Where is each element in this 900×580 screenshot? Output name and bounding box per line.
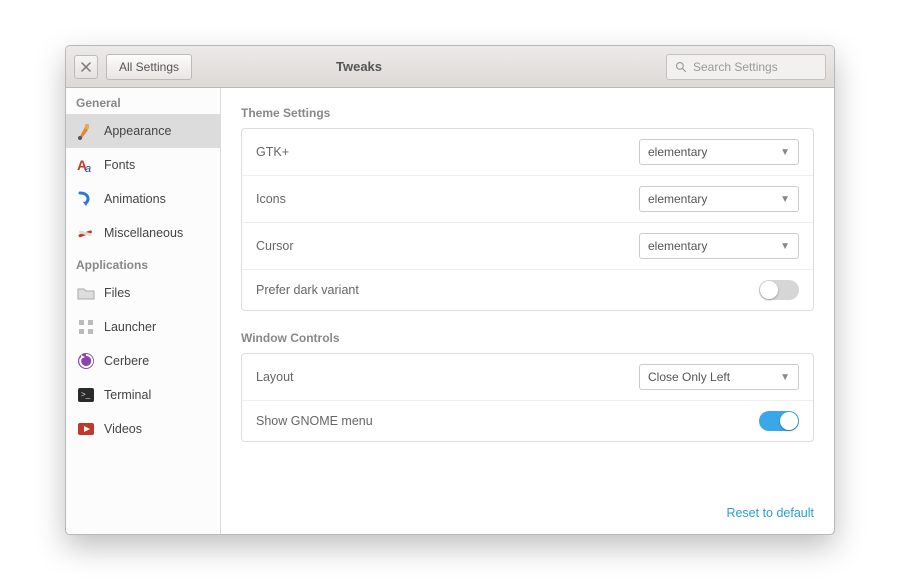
sidebar-item-miscellaneous[interactable]: Miscellaneous	[66, 216, 220, 250]
sidebar-item-videos[interactable]: Videos	[66, 412, 220, 446]
sidebar-item-files[interactable]: Files	[66, 276, 220, 310]
launcher-icon	[76, 317, 96, 337]
gnome-menu-label: Show GNOME menu	[256, 414, 747, 428]
row-gnome-menu: Show GNOME menu	[242, 401, 813, 441]
row-dark-variant: Prefer dark variant	[242, 270, 813, 310]
icons-value: elementary	[648, 192, 707, 206]
sidebar-item-fonts[interactable]: Aa Fonts	[66, 148, 220, 182]
sidebar-item-label: Cerbere	[104, 354, 149, 368]
icons-dropdown[interactable]: elementary ▼	[639, 186, 799, 212]
row-cursor: Cursor elementary ▼	[242, 223, 813, 270]
terminal-icon: >_	[76, 385, 96, 405]
svg-text:a: a	[85, 163, 91, 175]
sidebar-item-appearance[interactable]: Appearance	[66, 114, 220, 148]
sidebar-item-terminal[interactable]: >_ Terminal	[66, 378, 220, 412]
search-placeholder: Search Settings	[693, 60, 778, 74]
row-layout: Layout Close Only Left ▼	[242, 354, 813, 401]
cursor-value: elementary	[648, 239, 707, 253]
dark-variant-toggle[interactable]	[759, 280, 799, 300]
gnome-menu-toggle[interactable]	[759, 411, 799, 431]
chevron-down-icon: ▼	[780, 241, 790, 252]
reset-to-default-link[interactable]: Reset to default	[241, 498, 814, 520]
row-icons: Icons elementary ▼	[242, 176, 813, 223]
window-title: Tweaks	[65, 59, 658, 74]
sidebar-item-launcher[interactable]: Launcher	[66, 310, 220, 344]
videos-icon	[76, 419, 96, 439]
cursor-dropdown[interactable]: elementary ▼	[639, 233, 799, 259]
chevron-down-icon: ▼	[780, 147, 790, 158]
misc-icon	[76, 223, 96, 243]
icons-label: Icons	[256, 192, 627, 206]
cursor-label: Cursor	[256, 239, 627, 253]
sidebar-item-label: Appearance	[104, 124, 171, 138]
tweaks-window: All Settings Tweaks Search Settings Gene…	[65, 45, 835, 535]
fonts-icon: Aa	[76, 155, 96, 175]
gtk-value: elementary	[648, 145, 707, 159]
search-input[interactable]: Search Settings	[666, 54, 826, 80]
layout-value: Close Only Left	[648, 370, 730, 384]
sidebar-item-label: Files	[104, 286, 130, 300]
layout-label: Layout	[256, 370, 627, 384]
chevron-down-icon: ▼	[780, 372, 790, 383]
gtk-dropdown[interactable]: elementary ▼	[639, 139, 799, 165]
titlebar: All Settings Tweaks Search Settings	[66, 46, 834, 88]
sidebar-item-label: Videos	[104, 422, 142, 436]
sidebar-header-applications: Applications	[66, 250, 220, 276]
dark-variant-label: Prefer dark variant	[256, 283, 747, 297]
sidebar-header-general: General	[66, 88, 220, 114]
section-window-controls: Window Controls	[241, 331, 814, 345]
sidebar-item-label: Animations	[104, 192, 166, 206]
row-gtk: GTK+ elementary ▼	[242, 129, 813, 176]
gtk-label: GTK+	[256, 145, 627, 159]
window-controls-card: Layout Close Only Left ▼ Show GNOME menu	[241, 353, 814, 442]
sidebar-item-label: Miscellaneous	[104, 226, 183, 240]
theme-settings-card: GTK+ elementary ▼ Icons elementary ▼ Cur…	[241, 128, 814, 311]
sidebar-item-cerbere[interactable]: Cerbere	[66, 344, 220, 378]
content-pane: Theme Settings GTK+ elementary ▼ Icons e…	[221, 88, 834, 534]
svg-text:>_: >_	[81, 390, 91, 399]
sidebar-item-label: Terminal	[104, 388, 151, 402]
search-icon	[675, 61, 687, 73]
section-theme-settings: Theme Settings	[241, 106, 814, 120]
cerbere-icon	[76, 351, 96, 371]
sidebar-item-label: Fonts	[104, 158, 135, 172]
layout-dropdown[interactable]: Close Only Left ▼	[639, 364, 799, 390]
sidebar-item-label: Launcher	[104, 320, 156, 334]
animations-icon	[76, 189, 96, 209]
chevron-down-icon: ▼	[780, 194, 790, 205]
files-icon	[76, 283, 96, 303]
window-body: General Appearance Aa Fonts Animations	[66, 88, 834, 534]
sidebar-item-animations[interactable]: Animations	[66, 182, 220, 216]
appearance-icon	[76, 121, 96, 141]
sidebar: General Appearance Aa Fonts Animations	[66, 88, 221, 534]
